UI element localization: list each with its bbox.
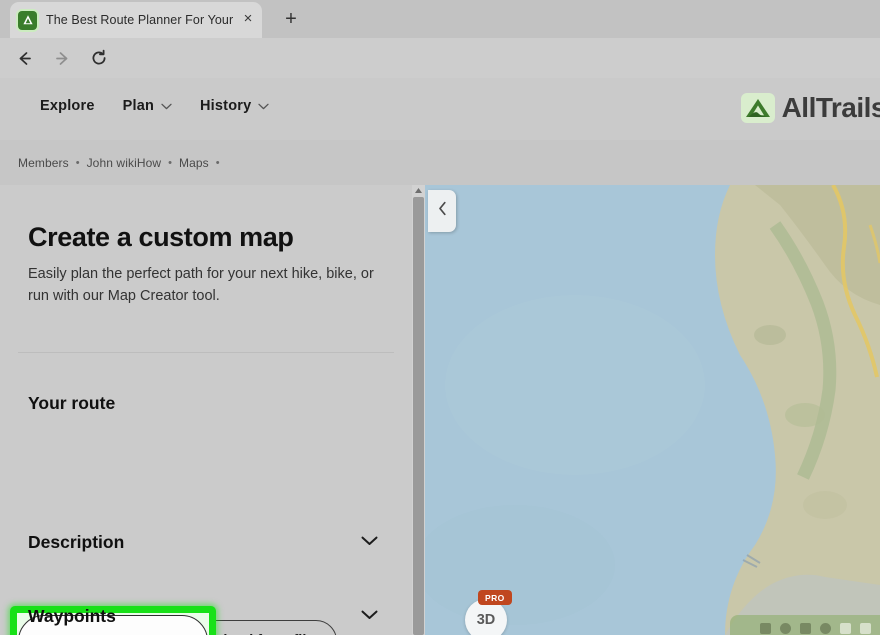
nav-item-plan-label: Plan xyxy=(122,98,155,114)
scrollbar-thumb[interactable] xyxy=(413,197,424,635)
panel-divider xyxy=(18,352,394,353)
map-tool-icon[interactable] xyxy=(839,622,851,634)
breadcrumb-separator: • xyxy=(215,156,220,169)
map-tool-icon[interactable] xyxy=(819,622,831,634)
your-route-label: Your route xyxy=(28,393,116,413)
brand-name: AllTrails xyxy=(781,92,880,123)
accordion-waypoints[interactable]: Waypoints xyxy=(28,604,378,628)
breadcrumb: Members • John wikiHow • Maps • xyxy=(0,140,880,185)
chevron-down-icon xyxy=(361,533,378,551)
breadcrumb-separator: • xyxy=(168,156,172,169)
chevron-left-icon xyxy=(437,201,448,221)
new-tab-button[interactable]: + xyxy=(280,9,302,31)
nav-item-explore-label: Explore xyxy=(40,98,95,114)
browser-tab-title: The Best Route Planner For Your xyxy=(46,13,234,27)
page-subtitle: Easily plan the perfect path for your ne… xyxy=(28,266,374,304)
scroll-up-arrow-icon[interactable] xyxy=(414,186,423,195)
breadcrumb-separator: • xyxy=(75,156,80,169)
nav-item-plan[interactable]: Plan xyxy=(123,98,172,114)
mountain-logo-icon xyxy=(740,93,775,123)
map-terrain xyxy=(425,185,880,635)
map-creator-panel: Create a custom map Easily plan the perf… xyxy=(0,185,412,635)
page-title: Create a custom map xyxy=(28,222,294,252)
nav-item-explore[interactable]: Explore xyxy=(40,98,95,114)
map-tool-icon[interactable] xyxy=(859,622,871,634)
browser-toolbar: alltrails.com/explore/map/new xyxy=(0,38,880,110)
map-bottom-toolbar[interactable] xyxy=(730,615,880,635)
collapse-panel-button[interactable] xyxy=(428,190,456,232)
tab-close-icon[interactable]: × xyxy=(240,11,256,27)
back-arrow-icon[interactable] xyxy=(12,46,36,70)
pro-badge: PRO xyxy=(478,590,512,605)
alltrails-brand-logo[interactable]: AllTrails xyxy=(740,92,880,124)
map-canvas[interactable]: 3D PRO xyxy=(425,185,880,635)
breadcrumb-item-user[interactable]: John wikiHow xyxy=(87,156,162,170)
panel-scrollbar[interactable] xyxy=(412,185,425,635)
map-tool-icon[interactable] xyxy=(779,622,791,634)
toggle-3d-label: 3D xyxy=(476,612,496,628)
breadcrumb-item-members[interactable]: Members xyxy=(18,156,69,170)
nav-item-history-label: History xyxy=(200,98,252,114)
chevron-down-icon xyxy=(258,98,270,114)
map-tool-icon[interactable] xyxy=(759,622,771,634)
alltrails-favicon xyxy=(18,10,37,30)
accordion-waypoints-label: Waypoints xyxy=(28,605,116,626)
site-header: Explore Plan History AllTrails xyxy=(0,78,880,140)
breadcrumb-item-maps[interactable]: Maps xyxy=(179,156,209,170)
browser-tab-strip: The Best Route Planner For Your × + xyxy=(0,0,880,38)
chevron-down-icon xyxy=(161,98,172,114)
chevron-down-icon xyxy=(361,607,378,625)
accordion-description[interactable]: Description xyxy=(28,530,378,554)
map-tool-icon[interactable] xyxy=(799,622,811,634)
forward-arrow-icon xyxy=(50,46,74,70)
main-navigation: Explore Plan History xyxy=(40,98,270,114)
accordion-description-label: Description xyxy=(28,531,125,552)
nav-item-history[interactable]: History xyxy=(200,98,270,114)
browser-tab[interactable]: The Best Route Planner For Your xyxy=(10,2,262,38)
reload-icon[interactable] xyxy=(87,46,111,70)
screenshot-root: The Best Route Planner For Your × + Expl… xyxy=(0,0,880,635)
